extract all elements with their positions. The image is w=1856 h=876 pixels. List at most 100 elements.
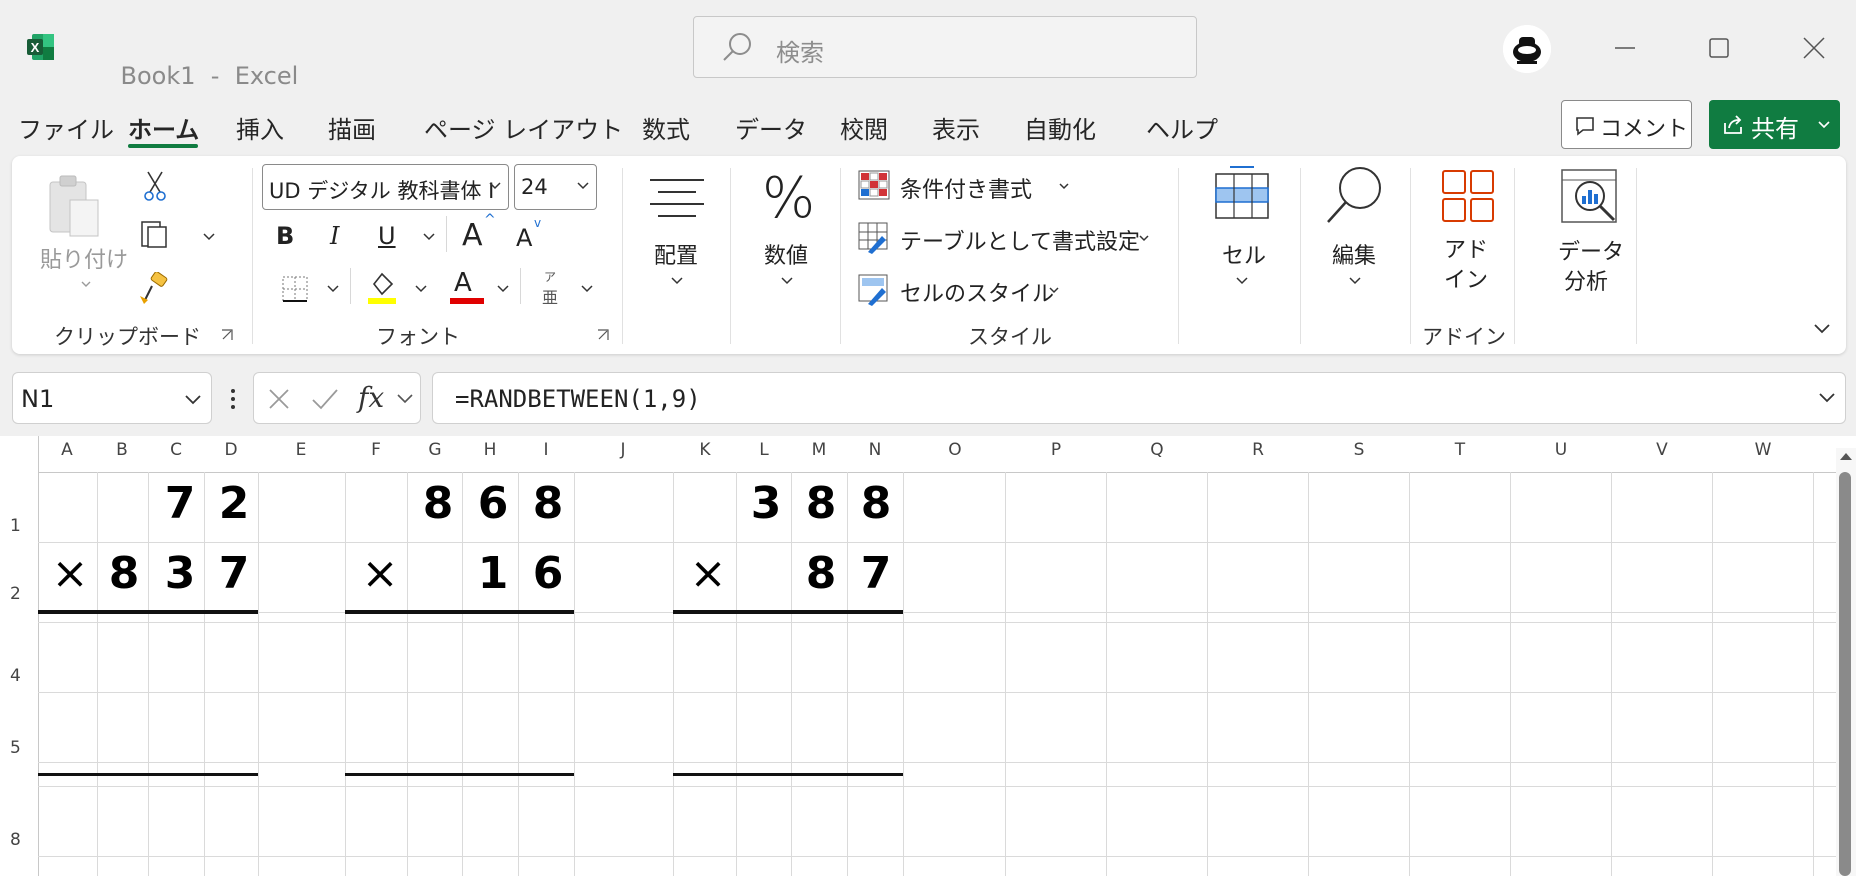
- font-name-select[interactable]: UD デジタル 教科書体 I: [262, 164, 509, 210]
- tab-automate[interactable]: 自動化: [1024, 110, 1096, 145]
- tab-formulas[interactable]: 数式: [642, 110, 690, 145]
- cell-digit[interactable]: 3: [165, 548, 196, 599]
- chevron-down-icon[interactable]: [202, 232, 216, 242]
- tab-help[interactable]: ヘルプ: [1146, 110, 1218, 145]
- font-color-button[interactable]: A: [450, 268, 484, 306]
- column-header[interactable]: L: [759, 440, 768, 460]
- cell-digit[interactable]: 8: [806, 478, 837, 529]
- minimize-icon[interactable]: [1605, 28, 1645, 68]
- conditional-formatting-button[interactable]: 条件付き書式: [858, 168, 1078, 204]
- column-header[interactable]: H: [484, 440, 497, 460]
- share-button[interactable]: 共有: [1709, 100, 1840, 149]
- number-format-button[interactable]: % 数値: [742, 166, 828, 306]
- tab-file[interactable]: ファイル: [18, 110, 114, 145]
- cell-digit[interactable]: 8: [861, 478, 892, 529]
- name-box[interactable]: N1: [12, 372, 212, 424]
- font-size-select[interactable]: 24: [514, 164, 597, 210]
- tab-home[interactable]: ホーム: [128, 110, 199, 145]
- editing-button[interactable]: 編集: [1312, 164, 1398, 304]
- format-painter-icon[interactable]: [138, 272, 174, 306]
- cell-digit[interactable]: 2: [219, 478, 250, 529]
- tab-review[interactable]: 校閲: [840, 110, 888, 145]
- cell-digit[interactable]: 6: [533, 548, 564, 599]
- ribbon-collapse-icon[interactable]: [1812, 322, 1832, 336]
- worksheet[interactable]: [0, 436, 1856, 876]
- cell-digit[interactable]: 8: [533, 478, 564, 529]
- scroll-up-icon[interactable]: [1836, 448, 1856, 464]
- chevron-down-icon[interactable]: [326, 284, 340, 294]
- cell-styles-button[interactable]: セルのスタイル: [858, 272, 1078, 308]
- shrink-font-button[interactable]: A: [516, 224, 532, 252]
- column-header[interactable]: K: [699, 440, 710, 460]
- chevron-down-icon[interactable]: [414, 284, 428, 294]
- row-header[interactable]: 5: [10, 738, 21, 758]
- column-header[interactable]: C: [170, 440, 182, 460]
- avatar[interactable]: [1503, 25, 1551, 73]
- column-header[interactable]: U: [1555, 440, 1567, 460]
- tab-data[interactable]: データ: [735, 110, 807, 145]
- dialog-launcher-icon[interactable]: [220, 328, 234, 342]
- column-header[interactable]: Q: [1150, 440, 1163, 460]
- row-header[interactable]: 2: [10, 584, 21, 604]
- cancel-icon[interactable]: [266, 386, 292, 412]
- format-as-table-button[interactable]: テーブルとして書式設定: [858, 220, 1158, 256]
- maximize-icon[interactable]: [1699, 28, 1739, 68]
- tab-draw[interactable]: 描画: [328, 110, 376, 145]
- row-header[interactable]: 8: [10, 830, 21, 850]
- multiply-sign[interactable]: ×: [362, 548, 399, 599]
- dialog-launcher-icon[interactable]: [596, 328, 610, 342]
- underline-button[interactable]: U: [378, 222, 396, 250]
- data-analysis-button[interactable]: データ 分析: [1528, 168, 1640, 308]
- addins-button[interactable]: アド イン: [1420, 168, 1516, 308]
- column-header[interactable]: V: [1656, 440, 1668, 460]
- cell-digit[interactable]: 7: [861, 548, 892, 599]
- multiply-sign[interactable]: ×: [52, 548, 89, 599]
- bold-button[interactable]: B: [276, 222, 294, 250]
- copy-icon[interactable]: [138, 218, 174, 252]
- comment-button[interactable]: コメント: [1561, 100, 1692, 149]
- column-header[interactable]: O: [948, 440, 961, 460]
- cell-digit[interactable]: 3: [751, 478, 782, 529]
- phonetic-button[interactable]: ア 亜: [536, 268, 566, 308]
- enter-icon[interactable]: [310, 386, 340, 412]
- chevron-down-icon[interactable]: [422, 232, 436, 242]
- close-icon[interactable]: [1794, 28, 1834, 68]
- fill-color-icon[interactable]: [366, 270, 398, 306]
- expand-formula-icon[interactable]: [1817, 391, 1837, 405]
- cell-digit[interactable]: 6: [478, 478, 509, 529]
- search-input[interactable]: 検索: [693, 16, 1197, 78]
- cut-icon[interactable]: [142, 170, 168, 202]
- insert-function-button[interactable]: fx: [358, 381, 384, 414]
- more-options-icon[interactable]: [228, 386, 238, 412]
- cell-digit[interactable]: 8: [806, 548, 837, 599]
- cells-button[interactable]: セル: [1192, 164, 1292, 304]
- column-header[interactable]: T: [1455, 440, 1465, 460]
- grow-font-button[interactable]: A: [462, 218, 483, 253]
- tab-view[interactable]: 表示: [932, 110, 980, 145]
- cell-digit[interactable]: 1: [478, 548, 509, 599]
- column-header[interactable]: A: [61, 440, 73, 460]
- column-header[interactable]: D: [224, 440, 237, 460]
- column-header[interactable]: J: [620, 440, 625, 460]
- column-header[interactable]: P: [1051, 440, 1061, 460]
- column-header[interactable]: I: [543, 440, 548, 460]
- tab-page-layout[interactable]: ページ レイアウト: [424, 110, 623, 145]
- column-header[interactable]: M: [812, 440, 827, 460]
- borders-icon[interactable]: [280, 274, 310, 304]
- scrollbar-thumb[interactable]: [1839, 472, 1851, 876]
- column-header[interactable]: F: [371, 440, 381, 460]
- column-header[interactable]: N: [869, 440, 882, 460]
- chevron-down-icon[interactable]: [496, 284, 510, 294]
- italic-button[interactable]: I: [330, 222, 339, 250]
- column-header[interactable]: R: [1252, 440, 1264, 460]
- row-header[interactable]: 1: [10, 516, 21, 536]
- cell-digit[interactable]: 7: [165, 478, 196, 529]
- column-header[interactable]: W: [1755, 440, 1772, 460]
- column-header[interactable]: G: [428, 440, 441, 460]
- tab-insert[interactable]: 挿入: [236, 110, 284, 145]
- cell-digit[interactable]: 7: [219, 548, 250, 599]
- chevron-down-icon[interactable]: [396, 393, 414, 405]
- chevron-down-icon[interactable]: [580, 284, 594, 294]
- row-header[interactable]: 4: [10, 666, 21, 686]
- multiply-sign[interactable]: ×: [690, 548, 727, 599]
